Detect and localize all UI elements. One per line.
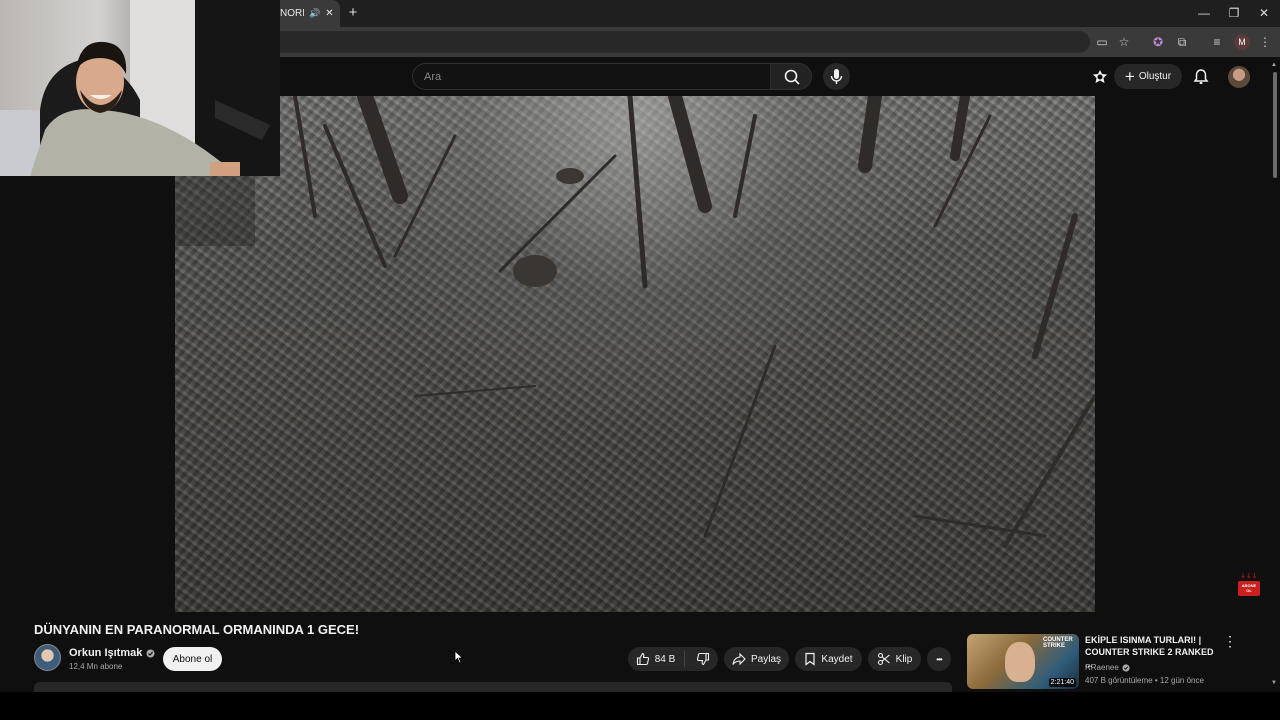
- search-button[interactable]: [770, 63, 812, 90]
- recommended-video-thumbnail[interactable]: COUNTER STRIKE 2:21:40: [967, 634, 1079, 689]
- description-box[interactable]: [34, 682, 952, 692]
- page-scrollbar[interactable]: ▲ ▼: [1270, 62, 1280, 690]
- premium-badge-icon[interactable]: [1091, 68, 1109, 86]
- scroll-thumb[interactable]: [1273, 72, 1277, 178]
- streamer-figure: [0, 0, 280, 176]
- media-control-icon[interactable]: ≡: [1209, 34, 1225, 50]
- extensions-puzzle-icon[interactable]: ⧉: [1174, 34, 1190, 50]
- verified-check-icon: [146, 649, 155, 657]
- create-button[interactable]: + Oluştur: [1114, 64, 1182, 89]
- create-label: Oluştur: [1138, 71, 1172, 82]
- minimize-window-button[interactable]: —: [1196, 5, 1212, 21]
- new-tab-button[interactable]: +: [345, 5, 361, 21]
- channel-name-link[interactable]: Orkun Işıtmak: [69, 647, 155, 659]
- mouse-cursor-icon: [454, 650, 464, 664]
- save-label: Kaydet: [821, 653, 853, 665]
- share-arrow-icon: [732, 652, 746, 666]
- close-window-button[interactable]: ✕: [1256, 5, 1272, 21]
- recommended-channel-name: RRaenee: [1085, 663, 1119, 672]
- video-title: DÜNYANIN EN PARANORMAL ORMANINDA 1 GECE!: [34, 622, 360, 637]
- notifications-bell-icon[interactable]: [1192, 68, 1210, 86]
- thumbnail-face: [1005, 642, 1035, 682]
- more-actions-button[interactable]: •••: [927, 647, 951, 671]
- like-dislike-group: 84 B: [628, 647, 718, 671]
- scissors-icon: [877, 652, 890, 666]
- recommended-channel[interactable]: RRaenee: [1085, 663, 1130, 672]
- verified-check-icon: [1122, 663, 1130, 672]
- bookmark-icon: [805, 652, 816, 666]
- channel-name: Orkun Işıtmak: [69, 647, 143, 659]
- search-icon: [784, 69, 800, 85]
- forest-scene: [175, 96, 1095, 548]
- share-button[interactable]: Paylaş: [724, 647, 789, 671]
- subscribe-button[interactable]: Abone ol: [163, 647, 222, 671]
- thumbs-up-icon: [636, 652, 649, 666]
- clip-label: Klip: [895, 653, 913, 665]
- microphone-icon: [830, 69, 843, 84]
- svg-text:↓↓↓: ↓↓↓: [1240, 572, 1258, 580]
- voice-search-button[interactable]: [823, 63, 850, 90]
- search-input[interactable]: [413, 64, 770, 89]
- like-button[interactable]: 84 B: [636, 651, 686, 667]
- scroll-up-icon[interactable]: ▲: [1271, 62, 1277, 68]
- recommended-views: 407 B görüntüleme: [1085, 676, 1153, 685]
- plus-icon: +: [1124, 66, 1135, 86]
- video-duration: 2:21:40: [1048, 678, 1076, 687]
- tab-close-icon[interactable]: ✕: [325, 8, 333, 19]
- webcam-overlay: [0, 0, 280, 176]
- dislike-button[interactable]: [690, 652, 710, 666]
- recommended-age: 12 gün önce: [1159, 676, 1204, 685]
- bottom-letterbox: [0, 692, 1280, 720]
- subscribe-watermark-badge[interactable]: ↓↓↓ ABONE OL: [1236, 572, 1262, 598]
- tab-title: NORM: [280, 8, 304, 19]
- profile-avatar[interactable]: M: [1234, 34, 1250, 50]
- recommended-more-icon[interactable]: ⋮: [1223, 634, 1237, 650]
- extension-icon[interactable]: ✪: [1150, 34, 1166, 50]
- subscriber-count: 12,4 Mn abone: [69, 662, 123, 671]
- video-player[interactable]: [175, 96, 1095, 612]
- clip-button[interactable]: Klip: [868, 647, 921, 671]
- badge-text: ABONE OL: [1241, 583, 1257, 593]
- channel-avatar[interactable]: [34, 644, 61, 671]
- browser-menu-icon[interactable]: ⋮: [1257, 34, 1273, 50]
- search-box: [412, 63, 770, 90]
- tab-audio-icon[interactable]: 🔊: [309, 8, 320, 19]
- install-app-icon[interactable]: ▭: [1094, 34, 1110, 50]
- like-count: 84 B: [654, 653, 676, 665]
- share-label: Paylaş: [750, 653, 781, 665]
- thumbnail-text: COUNTER STRIKE: [1043, 637, 1073, 649]
- thumbs-down-icon: [697, 652, 710, 666]
- bookmark-star-icon[interactable]: ☆: [1116, 34, 1132, 50]
- recommended-meta: 407 B görüntüleme • 12 gün önce: [1085, 676, 1204, 685]
- scroll-down-icon[interactable]: ▼: [1271, 680, 1277, 686]
- save-button[interactable]: Kaydet: [795, 647, 862, 671]
- address-bar[interactable]: [270, 31, 1090, 53]
- account-avatar[interactable]: [1228, 66, 1250, 88]
- restore-window-button[interactable]: ❐: [1226, 5, 1242, 21]
